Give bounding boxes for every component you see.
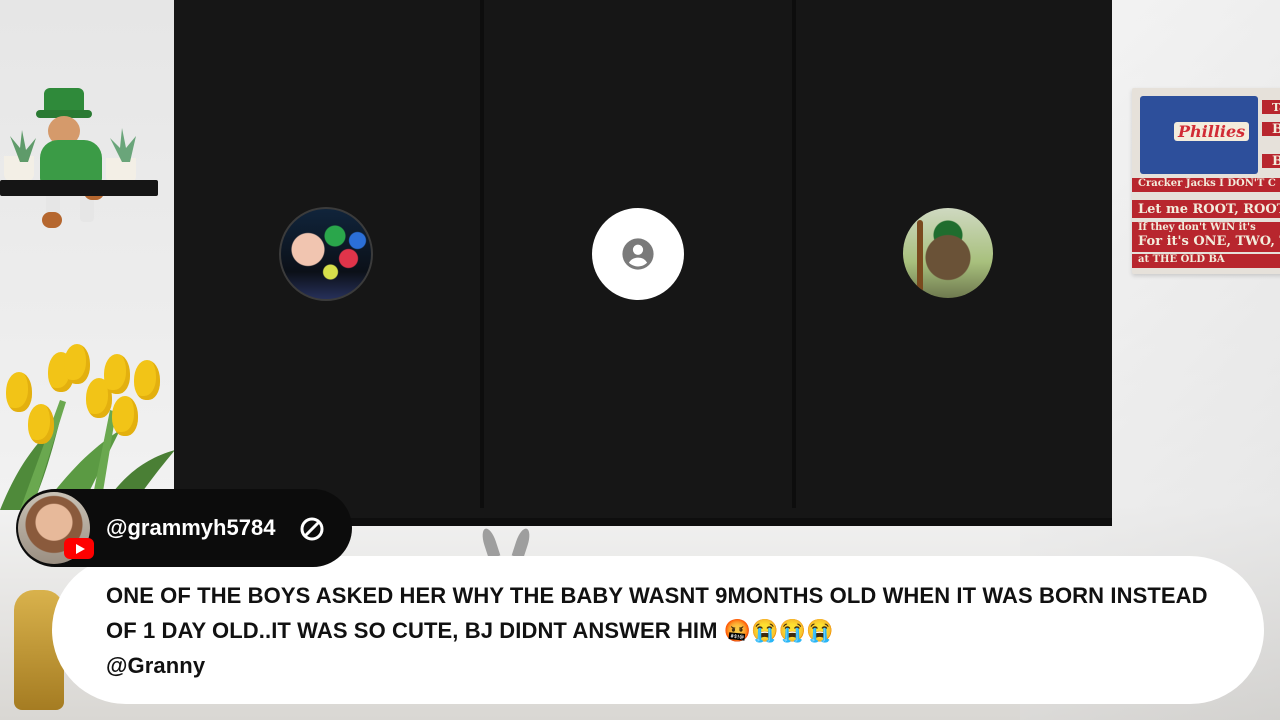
flag-text-line: Bu xyxy=(1272,154,1280,169)
blocked-icon xyxy=(300,517,324,541)
tulip-flower xyxy=(134,360,160,400)
tulip-flower xyxy=(28,404,54,444)
flag-logo-text: Phillies xyxy=(1174,122,1250,141)
participant-tile-2[interactable] xyxy=(484,0,792,508)
flag-text-line: Let me ROOT, ROOT, R xyxy=(1138,202,1280,217)
account-circle-icon xyxy=(622,238,654,270)
tulip-flower xyxy=(64,344,90,384)
staff-shape xyxy=(917,220,923,296)
participant-tile-1[interactable] xyxy=(174,0,480,508)
video-call-grid xyxy=(174,0,1112,526)
participant-avatar[interactable] xyxy=(903,208,993,298)
tulip-flower xyxy=(112,396,138,436)
flag-text-line: at THE OLD BA xyxy=(1138,254,1225,265)
succulent-icon xyxy=(10,130,36,162)
flag-text-line: Cracker Jacks I DON'T C xyxy=(1138,178,1276,189)
tulip-flower xyxy=(104,354,130,394)
flag-text-line: Take xyxy=(1272,101,1280,114)
leprechaun-shoe xyxy=(42,212,62,228)
flag-text-line: Bu xyxy=(1272,122,1280,137)
flag-text-line: For it's ONE, TWO, TH xyxy=(1138,234,1280,249)
participant-avatar[interactable] xyxy=(279,207,373,301)
chat-username: @grammyh5784 xyxy=(106,515,276,540)
youtube-icon xyxy=(64,538,94,559)
chat-message-body: ONE OF THE BOYS ASKED HER WHY THE BABY W… xyxy=(106,583,1208,643)
flag-text-line: If they don't WIN it's xyxy=(1138,222,1256,233)
succulent-icon xyxy=(110,128,136,162)
chat-mention: @Granny xyxy=(106,653,206,678)
bunny-ear xyxy=(479,526,501,560)
tulip-flower xyxy=(6,372,32,412)
chat-message-text: ONE OF THE BOYS ASKED HER WHY THE BABY W… xyxy=(106,578,1216,683)
phillies-flag-sign: Phillies Take Bu Bu Cracker Jacks I DON'… xyxy=(1132,88,1280,274)
bunny-ear xyxy=(511,526,533,560)
participant-tile-3[interactable] xyxy=(796,0,1112,508)
participant-avatar[interactable] xyxy=(592,208,684,300)
wall-shelf xyxy=(0,180,158,196)
